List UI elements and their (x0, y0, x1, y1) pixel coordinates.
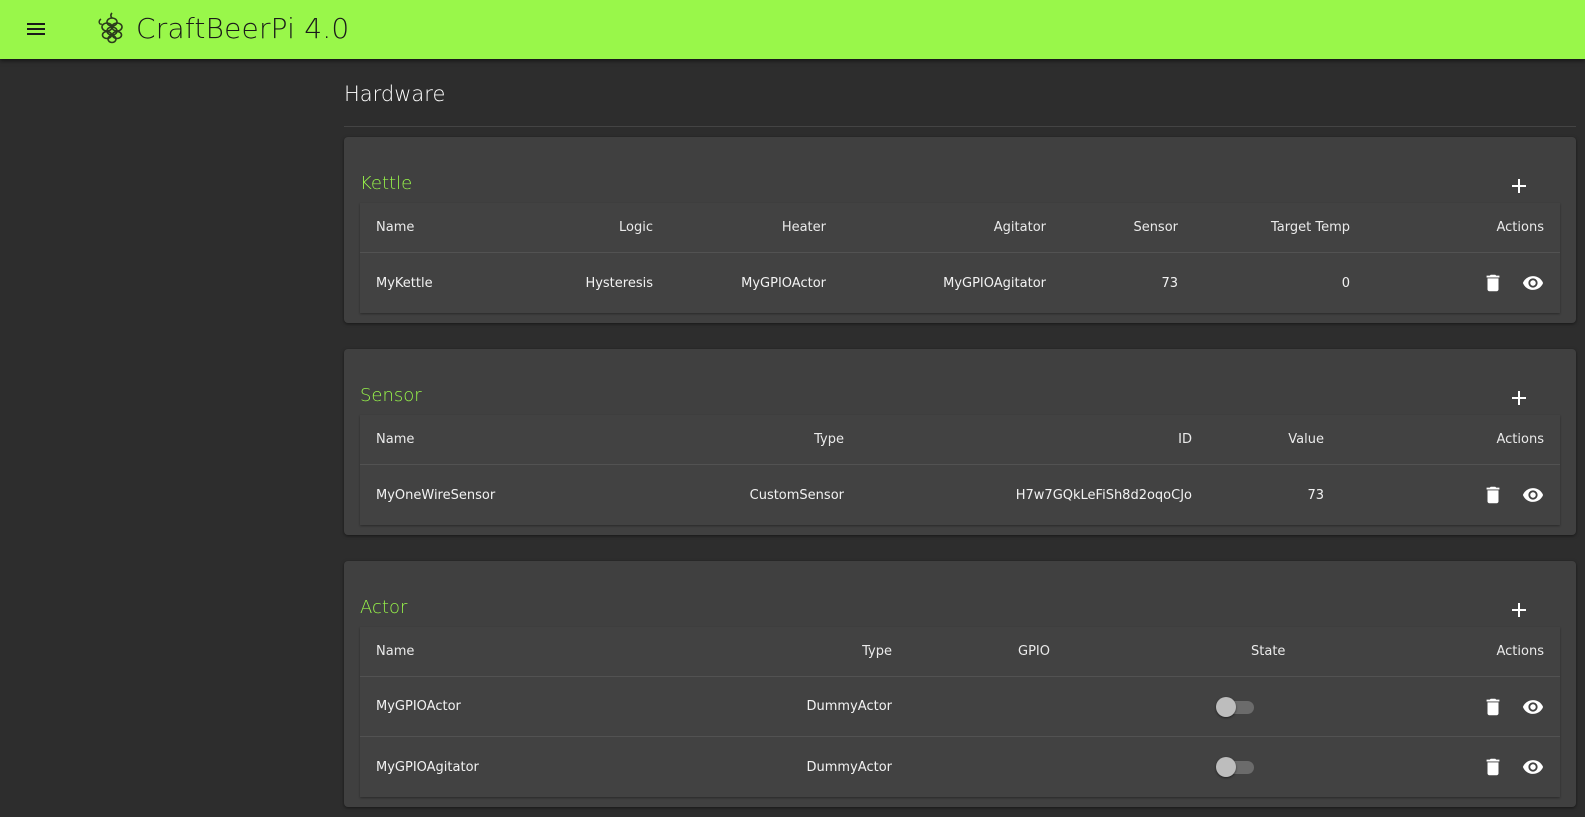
eye-icon[interactable] (1522, 484, 1544, 506)
trash-icon[interactable] (1482, 272, 1504, 294)
column-header-type: Type (862, 644, 892, 659)
table-row: MyGPIOAgitator DummyActor (360, 737, 1560, 797)
actor-card: Actor Name Type GPIO State Actions MyGPI… (344, 561, 1576, 807)
actor-type: DummyActor (806, 759, 892, 775)
kettle-sensor: 73 (1161, 275, 1178, 291)
plus-icon (1512, 603, 1526, 617)
trash-icon[interactable] (1482, 756, 1504, 778)
row-actions (1482, 737, 1544, 797)
add-kettle-button[interactable] (1507, 174, 1531, 198)
table-header-row: Name Type GPIO State Actions (360, 627, 1560, 677)
actor-name: MyGPIOActor (376, 699, 461, 714)
toggle-thumb (1216, 697, 1236, 717)
eye-icon[interactable] (1522, 756, 1544, 778)
column-header-gpio: GPIO (1018, 644, 1050, 659)
plus-icon (1512, 391, 1526, 405)
column-header-actions: Actions (1496, 644, 1545, 659)
sensor-table: Name Type ID Value Actions MyOneWireSens… (360, 415, 1560, 525)
kettle-card: Kettle Name Logic Heater Agitator Sensor… (344, 137, 1576, 323)
row-actions (1482, 677, 1544, 736)
sensor-name: MyOneWireSensor (376, 487, 496, 503)
hop-icon (98, 11, 126, 45)
row-actions (1482, 253, 1544, 313)
actor-table: Name Type GPIO State Actions MyGPIOActor… (360, 627, 1560, 797)
column-header-name: Name (376, 432, 415, 447)
kettle-card-title: Kettle (360, 173, 413, 194)
row-actions (1482, 465, 1544, 525)
column-header-state: State (1251, 644, 1286, 659)
page-title: Hardware (344, 82, 446, 106)
table-row: MyOneWireSensor CustomSensor H7w7GQkLeFi… (360, 465, 1560, 525)
add-sensor-button[interactable] (1507, 386, 1531, 410)
actor-card-title: Actor (360, 597, 408, 618)
eye-icon[interactable] (1522, 272, 1544, 294)
column-header-actions: Actions (1496, 432, 1545, 447)
plus-icon (1512, 179, 1526, 193)
column-header-name: Name (376, 644, 415, 659)
sensor-card: Sensor Name Type ID Value Actions MyOneW… (344, 349, 1576, 535)
toggle-thumb (1216, 757, 1236, 777)
kettle-name: MyKettle (376, 275, 433, 291)
column-header-name: Name (376, 220, 415, 235)
column-header-agitator: Agitator (993, 220, 1046, 235)
column-header-actions: Actions (1496, 220, 1545, 235)
actor-type: DummyActor (806, 699, 892, 714)
kettle-target-temp: 0 (1341, 275, 1350, 291)
sensor-id: H7w7GQkLeFiSh8d2oqoCJo (1015, 487, 1192, 503)
column-header-heater: Heater (781, 220, 826, 235)
sensor-type: CustomSensor (749, 487, 844, 503)
table-header-row: Name Type ID Value Actions (360, 415, 1560, 465)
column-header-type: Type (814, 432, 844, 447)
kettle-logic: Hysteresis (585, 275, 653, 291)
table-header-row: Name Logic Heater Agitator Sensor Target… (360, 203, 1560, 253)
column-header-id: ID (1178, 432, 1192, 447)
eye-icon[interactable] (1522, 696, 1544, 718)
sensor-card-title: Sensor (360, 385, 422, 406)
sensor-value: 73 (1307, 487, 1324, 503)
column-header-target-temp: Target Temp (1271, 220, 1350, 235)
column-header-value: Value (1288, 432, 1324, 447)
kettle-agitator: MyGPIOAgitator (943, 275, 1046, 291)
table-row: MyGPIOActor DummyActor (360, 677, 1560, 737)
trash-icon[interactable] (1482, 484, 1504, 506)
add-actor-button[interactable] (1507, 598, 1531, 622)
menu-icon[interactable] (24, 17, 48, 41)
column-header-sensor: Sensor (1133, 220, 1178, 235)
actor-name: MyGPIOAgitator (376, 759, 479, 775)
divider (344, 126, 1576, 127)
actor-state-toggle[interactable] (1216, 696, 1256, 718)
actor-state-toggle[interactable] (1216, 756, 1256, 778)
kettle-heater: MyGPIOActor (741, 275, 826, 291)
column-header-logic: Logic (619, 220, 653, 235)
table-row: MyKettle Hysteresis MyGPIOActor MyGPIOAg… (360, 253, 1560, 313)
kettle-table: Name Logic Heater Agitator Sensor Target… (360, 203, 1560, 313)
app-title: CraftBeerPi 4.0 (136, 12, 350, 45)
trash-icon[interactable] (1482, 696, 1504, 718)
top-app-bar: CraftBeerPi 4.0 (0, 0, 1585, 59)
